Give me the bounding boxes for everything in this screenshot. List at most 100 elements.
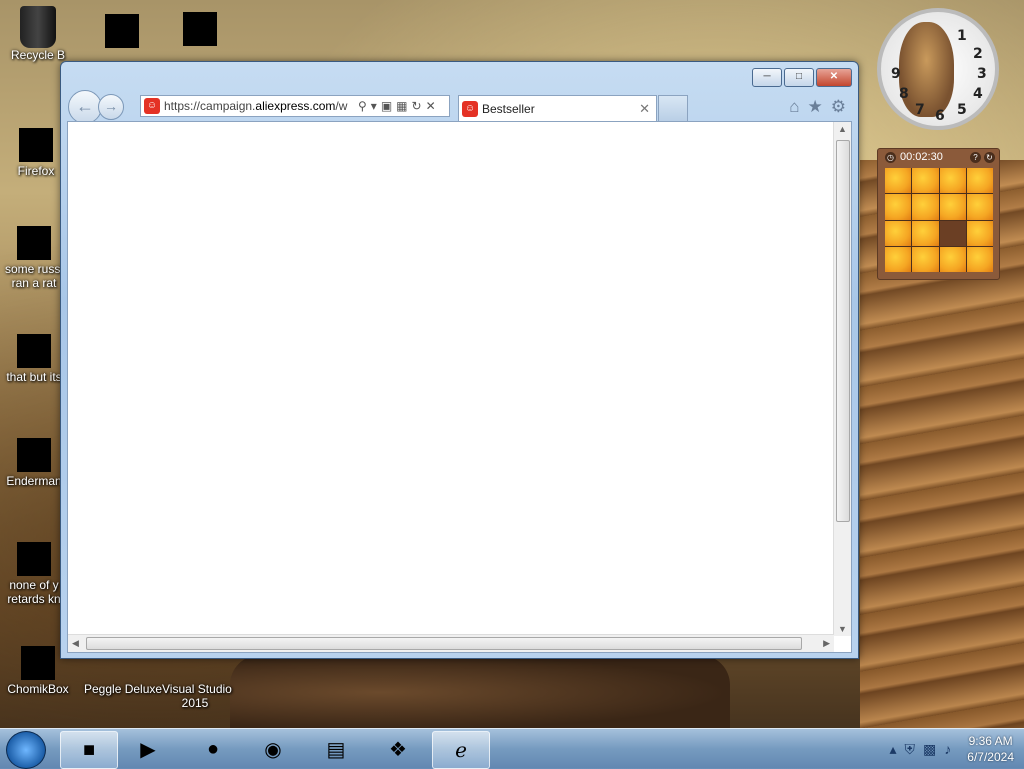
desktop-icon-app[interactable]: [90, 14, 154, 50]
stop-icon[interactable]: ✕: [426, 99, 436, 113]
tab-close-icon[interactable]: ✕: [639, 101, 650, 117]
puzzle-tile[interactable]: [939, 168, 966, 194]
settings-gear-icon[interactable]: ⚙: [831, 97, 846, 117]
search-icon[interactable]: ⚲: [358, 99, 367, 113]
puzzle-tile[interactable]: [966, 246, 993, 272]
horizontal-scroll-thumb[interactable]: [86, 637, 802, 650]
refresh-icon[interactable]: ↻: [412, 99, 422, 113]
clock-number: 3: [977, 66, 987, 82]
wallpaper-rocks: [230, 655, 730, 730]
vertical-scroll-thumb[interactable]: [836, 140, 850, 522]
maximize-button[interactable]: □: [784, 68, 814, 87]
media-player-icon: ▶: [140, 738, 156, 761]
scroll-right-arrow-icon[interactable]: ▶: [823, 638, 830, 649]
system-clock[interactable]: 9:36 AM 6/7/2024: [967, 733, 1014, 765]
home-icon[interactable]: ⌂: [789, 97, 799, 117]
hamster-image: [899, 22, 954, 117]
forward-button[interactable]: →: [98, 94, 124, 120]
close-button[interactable]: ✕: [816, 68, 852, 87]
url-text[interactable]: https://campaign.aliexpress.com/w: [164, 99, 352, 113]
show-hidden-icons-icon[interactable]: ▴: [890, 741, 897, 758]
minimize-button[interactable]: ─: [752, 68, 782, 87]
firefox-icon: ◉: [264, 738, 282, 761]
puzzle-tile[interactable]: [885, 194, 912, 220]
clock-number: 6: [935, 108, 945, 124]
desktop-icon-visual-studio[interactable]: Visual Studio 2015: [162, 660, 232, 710]
puzzle-tile[interactable]: [966, 168, 993, 194]
vertical-scrollbar[interactable]: ▲ ▼: [833, 122, 851, 636]
puzzle-tile[interactable]: [966, 194, 993, 220]
taskbar-internet-explorer[interactable]: ℯ: [432, 731, 490, 769]
desktop-icon-label: Enderman: [6, 474, 62, 488]
system-tray: ▴ ⛨ ▩ ♪ 9:36 AM 6/7/2024: [890, 729, 1014, 769]
volume-icon[interactable]: ♪: [944, 741, 951, 757]
scroll-left-arrow-icon[interactable]: ◀: [72, 638, 79, 649]
desktop-icon-file-1[interactable]: some russi ran a rat: [2, 226, 66, 290]
scroll-down-arrow-icon[interactable]: ▼: [838, 624, 847, 634]
tab-bestseller[interactable]: ☺ Bestseller ✕: [458, 95, 657, 121]
clock-number: 9: [891, 66, 901, 82]
desktop-icon-file-2[interactable]: that but its: [2, 334, 66, 384]
page-content[interactable]: ▲ ▼ ◀ ▶: [67, 121, 852, 653]
back-button[interactable]: ←: [68, 90, 102, 124]
file-icon: [17, 542, 51, 576]
desktop-icon-label: some russi: [4, 262, 63, 276]
desktop-icon-enderman[interactable]: Enderman: [2, 438, 66, 488]
puzzle-tile[interactable]: [939, 246, 966, 272]
desktop-icon-label: none of y: [9, 578, 59, 592]
desktop-icon-label: Peggle Deluxe: [84, 682, 163, 696]
navigation-buttons: ← →: [68, 90, 124, 124]
puzzle-tile[interactable]: [912, 194, 939, 220]
puzzle-grid[interactable]: [885, 168, 993, 272]
address-bar[interactable]: ☺ https://campaign.aliexpress.com/w ⚲ ▾ …: [140, 95, 450, 117]
taskbar-app-3[interactable]: ●: [185, 731, 241, 767]
app-icon: [105, 14, 139, 48]
taskbar-firefox[interactable]: ◉: [245, 731, 301, 767]
desktop-icon-label: Firefox: [17, 164, 55, 178]
desktop-icon-app-2[interactable]: [168, 12, 232, 48]
puzzle-empty-slot[interactable]: [939, 220, 966, 246]
taskbar-notepad[interactable]: ▤: [308, 731, 364, 767]
help-icon[interactable]: ?: [970, 151, 981, 163]
favorites-star-icon[interactable]: ★: [808, 97, 823, 117]
clock-gadget[interactable]: 1 2 3 4 5 6 7 8 9: [877, 8, 999, 130]
desktop-icon-peggle[interactable]: Peggle Deluxe: [84, 660, 163, 696]
puzzle-tile[interactable]: [885, 220, 912, 246]
start-button[interactable]: [6, 731, 46, 769]
chomikbox-icon: [21, 646, 55, 680]
recycle-bin-icon: [20, 6, 56, 48]
desktop-icon-label-line2: 2015: [181, 696, 209, 710]
puzzle-tile[interactable]: [912, 220, 939, 246]
desktop-icon-file-3[interactable]: none of y retards kn: [2, 542, 66, 606]
desktop-icon-firefox[interactable]: Firefox: [4, 128, 68, 178]
puzzle-tile[interactable]: [966, 220, 993, 246]
dropdown-icon[interactable]: ▾: [371, 99, 377, 113]
network-icon[interactable]: ▩: [923, 741, 936, 758]
timer-icon: ◷: [885, 151, 896, 163]
security-shield-icon[interactable]: ⛨: [905, 741, 916, 758]
puzzle-tile[interactable]: [885, 246, 912, 272]
taskbar-media-player[interactable]: ▶: [120, 731, 176, 767]
taskbar-windows-explorer[interactable]: ❖: [370, 731, 426, 767]
window-caption-buttons: ─ □ ✕: [750, 68, 852, 87]
scroll-up-arrow-icon[interactable]: ▲: [838, 124, 847, 134]
desktop-icon-label-line2: ran a rat: [11, 276, 57, 290]
puzzle-tile[interactable]: [885, 168, 912, 194]
puzzle-tile[interactable]: [939, 194, 966, 220]
puzzle-gadget[interactable]: ◷ 00:02:30 ? ↻: [877, 148, 1000, 280]
desktop-icon-label: Visual Studio: [162, 682, 232, 696]
clock-number: 5: [957, 102, 967, 118]
desktop-icon-recycle-bin[interactable]: Recycle B: [6, 6, 70, 62]
browser-window[interactable]: ─ □ ✕ ← → ☺ https://campaign.aliexpress.…: [60, 61, 859, 659]
url-prefix: https://campaign.: [164, 99, 256, 113]
taskbar-app-1[interactable]: ■: [60, 731, 118, 769]
compatibility-icon[interactable]: ▦: [396, 99, 407, 113]
clock-number: 4: [973, 86, 983, 102]
puzzle-tile[interactable]: [912, 246, 939, 272]
horizontal-scrollbar[interactable]: ◀ ▶: [68, 634, 834, 652]
new-tab-button[interactable]: [658, 95, 688, 121]
notepad-icon: ▤: [326, 738, 346, 761]
shuffle-icon[interactable]: ↻: [984, 151, 995, 163]
puzzle-tile[interactable]: [912, 168, 939, 194]
lock-icon[interactable]: ▣: [381, 99, 392, 113]
